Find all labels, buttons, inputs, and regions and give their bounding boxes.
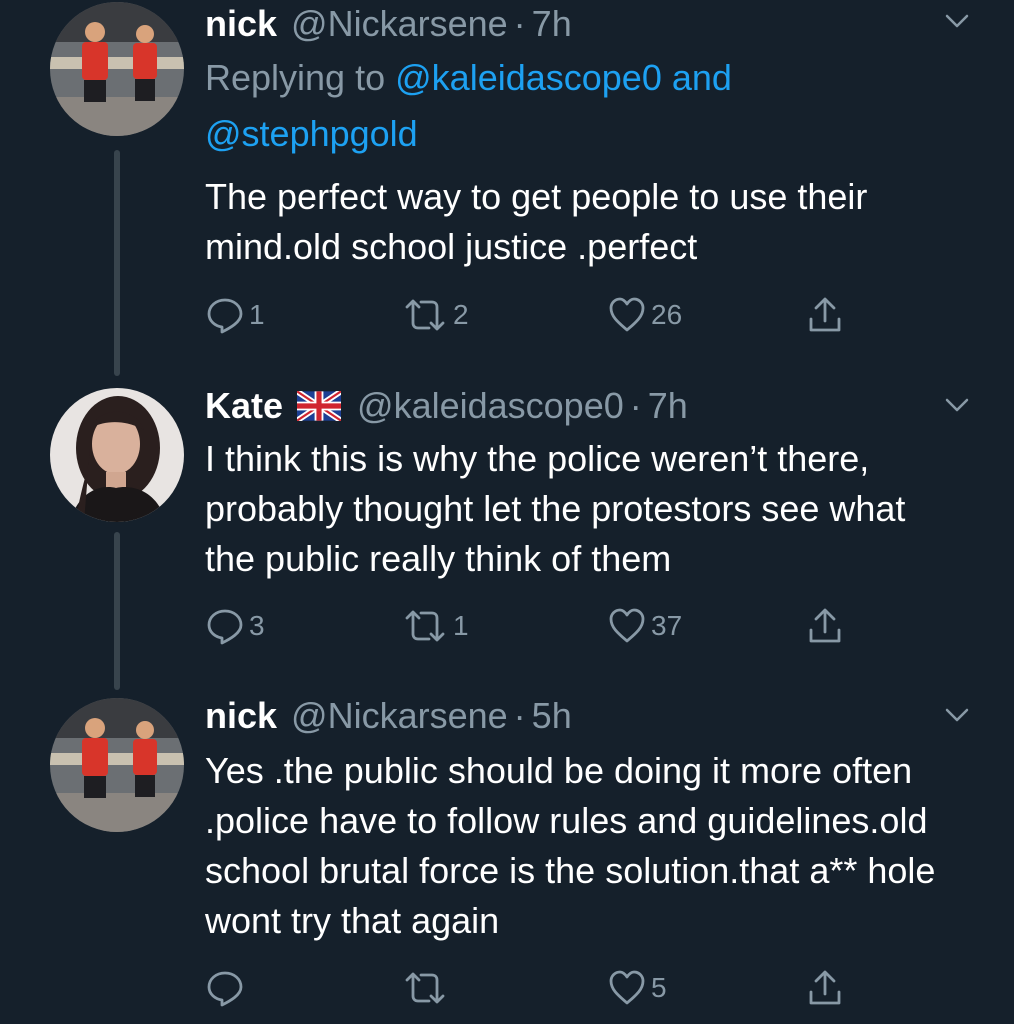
- like-button[interactable]: 5: [607, 966, 667, 1010]
- retweet-count: 2: [453, 299, 469, 330]
- tweet-header: nick @Nickarsene · 7h: [205, 2, 934, 46]
- heart-icon: [609, 608, 645, 643]
- user-handle[interactable]: @Nickarsene: [291, 2, 508, 46]
- reply-count: 3: [249, 610, 265, 641]
- share-icon: [809, 970, 841, 1005]
- timestamp[interactable]: 5h: [532, 694, 572, 738]
- tweet-text: The perfect way to get people to use the…: [205, 176, 868, 267]
- user-handle[interactable]: @Nickarsene: [291, 694, 508, 738]
- reply-button[interactable]: 1: [205, 293, 265, 337]
- display-name[interactable]: Kate: [205, 384, 283, 428]
- avatar-photo: [50, 698, 184, 832]
- thread-line: [114, 150, 120, 376]
- reply-button[interactable]: [205, 966, 249, 1010]
- display-name[interactable]: nick: [205, 2, 277, 46]
- share-icon: [809, 297, 841, 332]
- retweet-button[interactable]: 2: [401, 293, 469, 337]
- reply-count: 1: [249, 299, 265, 330]
- share-button[interactable]: [805, 604, 845, 648]
- timestamp[interactable]: 7h: [532, 2, 572, 46]
- reply-icon: [207, 298, 243, 334]
- tweet-actions: 3 1 37: [205, 604, 865, 648]
- share-button[interactable]: [805, 293, 845, 337]
- like-button[interactable]: 37: [607, 604, 682, 648]
- tweet-2[interactable]: Kate @kaleidascope0 · 7h I think this is…: [0, 380, 1014, 690]
- like-count: 5: [651, 972, 667, 1003]
- avatar-photo: [50, 2, 184, 136]
- reply-button[interactable]: 3: [205, 604, 265, 648]
- retweet-button[interactable]: [401, 966, 453, 1010]
- like-button[interactable]: 26: [607, 293, 682, 337]
- chevron-down-icon[interactable]: [944, 702, 970, 728]
- retweet-button[interactable]: 1: [401, 604, 469, 648]
- chevron-down-icon[interactable]: [944, 8, 970, 34]
- tweet-actions: 1 2 26: [205, 293, 865, 337]
- user-handle[interactable]: @kaleidascope0: [357, 384, 624, 428]
- separator: ·: [513, 695, 526, 736]
- tweet-text: Yes .the public should be doing it more …: [205, 750, 936, 941]
- tweet-3[interactable]: nick @Nickarsene · 5h Yes .the public sh…: [0, 690, 1014, 1024]
- tweet-1[interactable]: nick @Nickarsene · 7h Replying to @kalei…: [0, 0, 1014, 380]
- timestamp[interactable]: 7h: [648, 384, 688, 428]
- heart-icon: [609, 970, 645, 1005]
- retweet-count: 1: [453, 610, 469, 641]
- separator: ·: [513, 3, 526, 44]
- share-icon: [809, 608, 841, 643]
- tweet-actions: 5: [205, 966, 865, 1010]
- avatar-kate[interactable]: [50, 388, 184, 522]
- separator: ·: [629, 385, 642, 426]
- like-count: 26: [651, 299, 683, 330]
- uk-flag-icon: [297, 391, 342, 421]
- thread-line: [114, 532, 120, 690]
- avatar-nick[interactable]: [50, 698, 184, 832]
- avatar-nick[interactable]: [50, 2, 184, 136]
- tweet-header: nick @Nickarsene · 5h: [205, 694, 934, 738]
- mention-and[interactable]: and: [672, 57, 732, 98]
- retweet-icon: [405, 299, 445, 331]
- heart-icon: [609, 297, 645, 332]
- mention-link[interactable]: @kaleidascope0: [395, 57, 662, 98]
- display-name[interactable]: nick: [205, 694, 277, 738]
- like-count: 37: [651, 610, 683, 641]
- reply-icon: [207, 609, 243, 645]
- replying-to: Replying to @kaleidascope0 and @stephpgo…: [205, 50, 945, 162]
- share-button[interactable]: [805, 966, 845, 1010]
- retweet-icon: [405, 972, 445, 1004]
- retweet-icon: [405, 610, 445, 642]
- mention-link[interactable]: @stephpgold: [205, 113, 418, 154]
- chevron-down-icon[interactable]: [944, 392, 970, 418]
- reply-icon: [207, 971, 243, 1007]
- avatar-photo: [50, 388, 184, 522]
- replying-prefix: Replying to: [205, 57, 386, 98]
- tweet-header: Kate @kaleidascope0 · 7h: [205, 384, 934, 428]
- tweet-text: I think this is why the police weren’t t…: [205, 438, 906, 579]
